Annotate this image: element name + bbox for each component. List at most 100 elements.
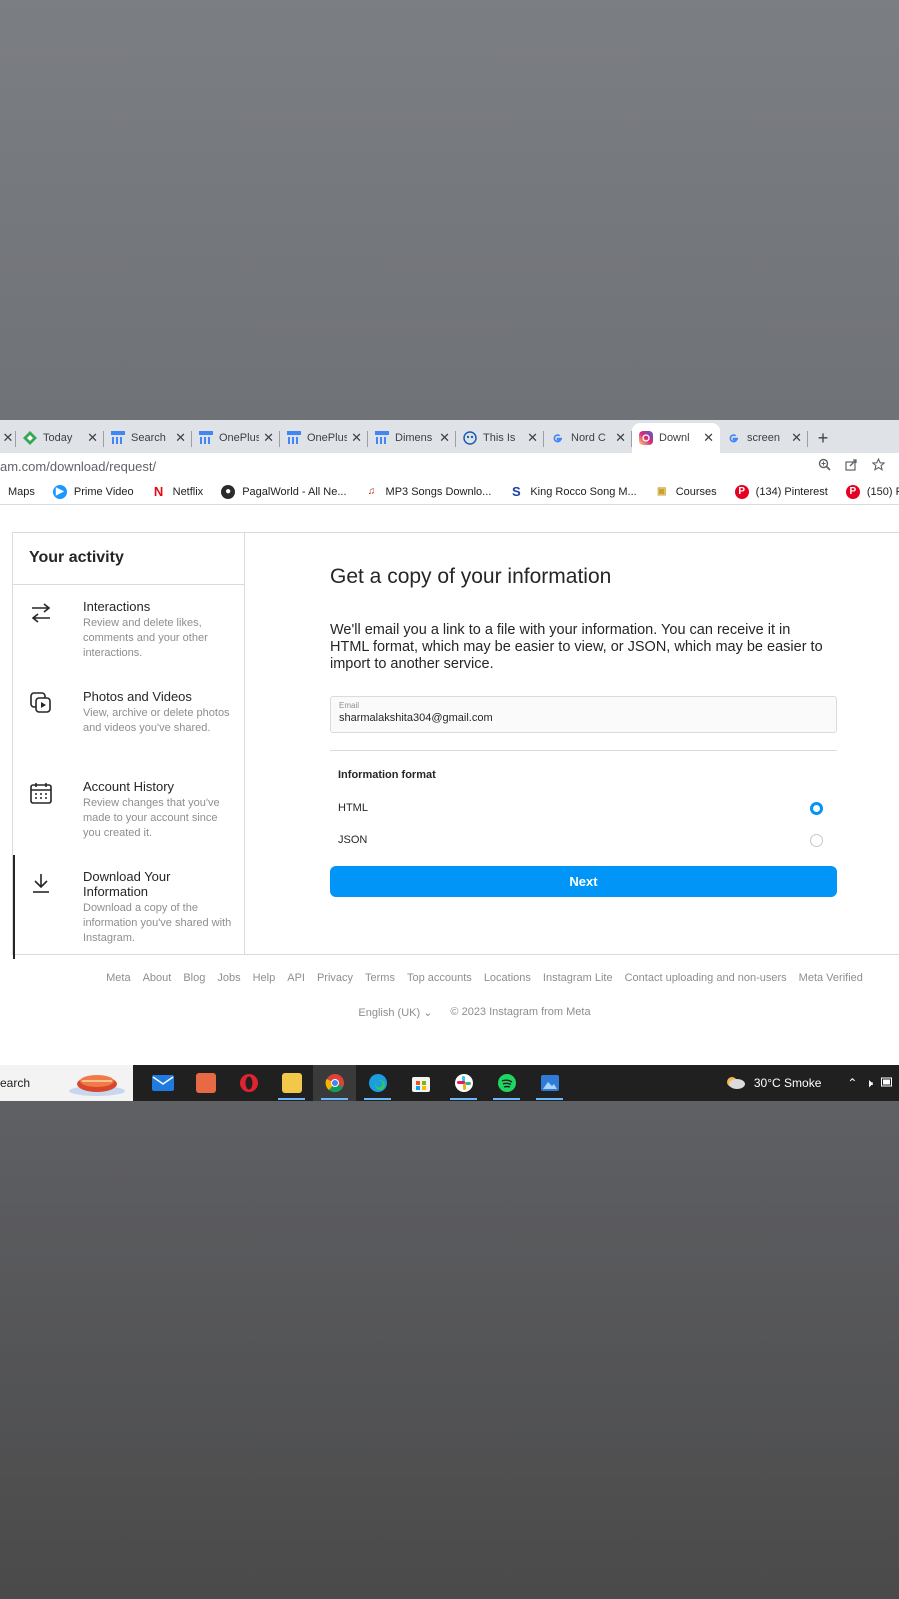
- chevron-up-icon[interactable]: ⌃: [847, 1076, 857, 1090]
- email-value: sharmalakshita304@gmail.com: [339, 712, 493, 724]
- email-field[interactable]: Email sharmalakshita304@gmail.com: [330, 696, 837, 733]
- bookmark-item[interactable]: ▶ Prime Video: [52, 484, 134, 499]
- browser-tab[interactable]: Today ✕: [16, 423, 104, 453]
- weather-cloud-icon[interactable]: [724, 1075, 746, 1092]
- footer-link[interactable]: Privacy: [317, 972, 353, 984]
- bookmark-label: Netflix: [172, 485, 204, 498]
- bookmark-item[interactable]: ▣ Courses: [655, 485, 717, 499]
- arrows-swap-icon: [29, 601, 53, 625]
- tab-close-icon[interactable]: ✕: [615, 430, 626, 446]
- footer-links: Meta About Blog Jobs Help API Privacy Terms Top …: [0, 972, 899, 984]
- music-note-icon: ♫: [367, 486, 376, 497]
- tab-partial[interactable]: ✕: [0, 423, 16, 453]
- sidebar-item-title: Interactions: [83, 599, 151, 614]
- tab-close-icon[interactable]: ✕: [439, 430, 450, 446]
- store-app-icon[interactable]: [399, 1065, 442, 1101]
- next-button[interactable]: Next: [330, 866, 837, 897]
- settings-card: Your activity Interactions Review and de…: [12, 532, 899, 959]
- chrome-app-icon[interactable]: [313, 1065, 356, 1101]
- sidebar-item-title: Download Your Information: [83, 869, 171, 899]
- grid-app-icon: [110, 431, 125, 446]
- tab-title: OnePlus: [219, 432, 260, 444]
- edge-app-icon[interactable]: [356, 1065, 399, 1101]
- s-letter-icon: S: [511, 484, 521, 499]
- browser-tab[interactable]: This Is ✕: [456, 423, 544, 453]
- instagram-page: Your activity Interactions Review and de…: [0, 506, 899, 1060]
- tab-close-icon[interactable]: ✕: [263, 430, 274, 446]
- format-option-json[interactable]: JSON: [338, 830, 823, 850]
- sidebar-item-account-history[interactable]: Account History Review changes that you'…: [13, 765, 244, 855]
- taskbar-search[interactable]: earch: [0, 1065, 133, 1101]
- windows-taskbar: earch 30°C Smoke ⌃ 🕨: [0, 1065, 899, 1101]
- new-tab-button[interactable]: +: [808, 423, 838, 453]
- share-icon[interactable]: [845, 458, 858, 474]
- sidebar-item-title: Account History: [83, 779, 175, 794]
- file-explorer-icon[interactable]: [270, 1065, 313, 1101]
- tab-close-icon[interactable]: ✕: [527, 430, 538, 446]
- footer-link[interactable]: API: [287, 972, 305, 984]
- battery-icon[interactable]: [881, 1076, 893, 1090]
- browser-tab[interactable]: OnePlus ✕: [192, 423, 280, 453]
- tab-close-icon[interactable]: ✕: [351, 430, 362, 446]
- browser-tab[interactable]: OnePlus ✕: [280, 423, 368, 453]
- activity-sidebar: Your activity Interactions Review and de…: [13, 533, 245, 959]
- bookmark-item[interactable]: N Netflix: [152, 484, 204, 499]
- bookmark-item[interactable]: S King Rocco Song M...: [509, 484, 637, 499]
- format-option-html[interactable]: HTML: [338, 798, 823, 818]
- speaker-muted-icon[interactable]: 🕨: [865, 1076, 873, 1091]
- tab-title: Search: [131, 432, 166, 444]
- spotify-app-icon[interactable]: [485, 1065, 528, 1101]
- photos-app-icon[interactable]: [528, 1065, 571, 1101]
- footer-link[interactable]: About: [143, 972, 172, 984]
- bookmarks-bar: Maps ▶ Prime Video N Netflix ● PagalWorld - Al…: [0, 479, 899, 505]
- browser-tab[interactable]: Search ✕: [104, 423, 192, 453]
- footer-link[interactable]: Help: [253, 972, 276, 984]
- footer-link[interactable]: Terms: [365, 972, 395, 984]
- browser-tab[interactable]: Nord C ✕: [544, 423, 632, 453]
- sidebar-item-interactions[interactable]: Interactions Review and delete likes, co…: [13, 585, 244, 675]
- footer-link[interactable]: Meta: [106, 972, 130, 984]
- json-radio[interactable]: [810, 833, 823, 847]
- zoom-icon[interactable]: [818, 458, 831, 474]
- tab-close-icon[interactable]: ✕: [791, 430, 802, 446]
- browser-tab[interactable]: screen ✕: [720, 423, 808, 453]
- tab-title: OnePlus: [307, 432, 348, 444]
- tab-close-icon[interactable]: ✕: [175, 430, 186, 446]
- screenshot-screen: ✕ Today ✕ Search ✕ OnePlus ✕ OnePlus ✕ Dimens ✕ Th…: [0, 420, 899, 1101]
- opera-app-icon[interactable]: [227, 1065, 270, 1101]
- html-radio[interactable]: [810, 801, 823, 815]
- bookmark-star-icon[interactable]: [871, 457, 886, 474]
- page-title: Get a copy of your information: [330, 565, 612, 588]
- browser-tab[interactable]: Dimens ✕: [368, 423, 456, 453]
- footer-link[interactable]: Meta Verified: [799, 972, 863, 984]
- footer-link[interactable]: Top accounts: [407, 972, 472, 984]
- tab-close-icon[interactable]: ✕: [703, 430, 714, 446]
- weather-text[interactable]: 30°C Smoke: [754, 1076, 822, 1090]
- slack-app-icon[interactable]: [442, 1065, 485, 1101]
- bookmark-label: (134) Pinterest: [755, 485, 828, 498]
- bookmark-item[interactable]: ♫ MP3 Songs Downlo...: [365, 485, 492, 499]
- footer-link[interactable]: Locations: [484, 972, 531, 984]
- bookmark-label: PagalWorld - All Ne...: [242, 485, 347, 498]
- pinterest-icon: P: [734, 484, 749, 499]
- bookmark-item[interactable]: P (134) Pinterest: [734, 484, 828, 499]
- url-field[interactable]: am.com/download/request/: [0, 459, 818, 474]
- tab-close-icon[interactable]: ✕: [3, 430, 14, 446]
- tab-close-icon[interactable]: ✕: [87, 430, 98, 446]
- bookmark-item[interactable]: Maps: [8, 486, 35, 498]
- footer-link[interactable]: Blog: [183, 972, 205, 984]
- sidebar-item-download-information[interactable]: Download Your Information Download a cop…: [13, 855, 244, 959]
- sidebar-item-photos-videos[interactable]: Photos and Videos View, archive or delet…: [13, 675, 244, 765]
- browser-tab[interactable]: Downl ✕: [632, 423, 720, 453]
- footer-link[interactable]: Contact uploading and non-users: [625, 972, 787, 984]
- grid-app-icon: [286, 431, 301, 446]
- footer-link[interactable]: Jobs: [217, 972, 240, 984]
- language-selector[interactable]: English (UK) ⌄: [358, 1006, 432, 1019]
- presentation-app-icon[interactable]: [184, 1065, 227, 1101]
- bookmark-item[interactable]: P (150) Pinterest: [845, 484, 899, 499]
- chevron-down-icon: ⌄: [423, 1007, 433, 1019]
- calendar-icon: [29, 781, 53, 805]
- bookmark-item[interactable]: ● PagalWorld - All Ne...: [221, 484, 347, 499]
- footer-link[interactable]: Instagram Lite: [543, 972, 613, 984]
- mail-app-icon[interactable]: [141, 1065, 184, 1101]
